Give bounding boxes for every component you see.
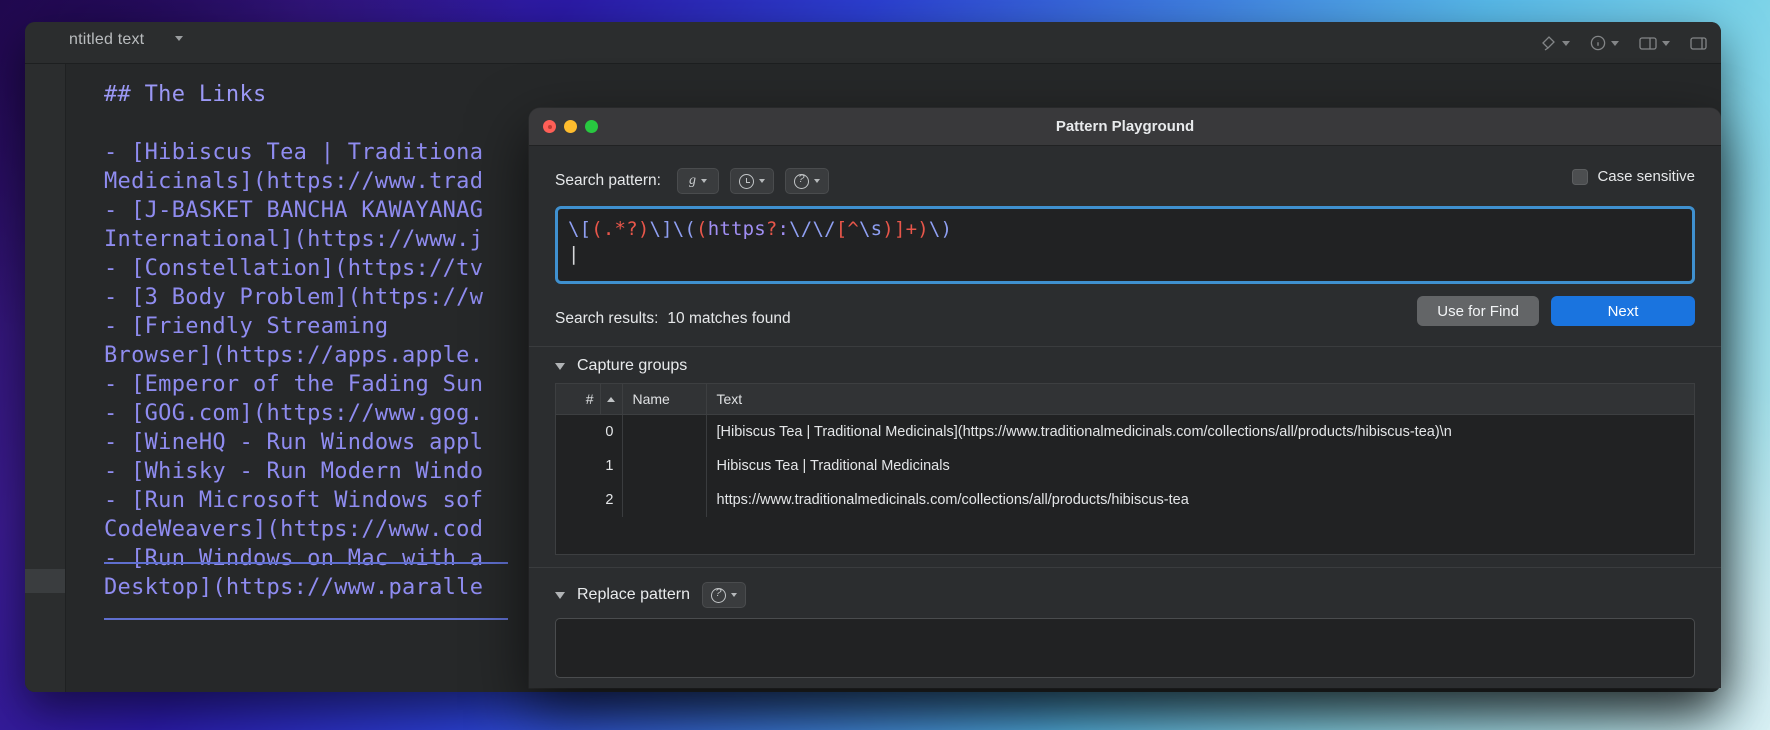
column-header-text[interactable]: Text <box>706 384 1604 415</box>
results-actions: Use for Find Next <box>1417 296 1695 326</box>
editor-gutter <box>25 64 66 692</box>
question-mark-icon <box>794 174 809 189</box>
case-sensitive-checkbox[interactable] <box>1572 169 1588 185</box>
sort-ascending-icon[interactable] <box>600 384 622 415</box>
column-header-name[interactable]: Name <box>622 384 706 415</box>
replace-pattern-input[interactable] <box>555 618 1695 678</box>
search-pattern-value: \[(.*?)\]\((https?:\/\/[^\s)]+)\) <box>568 216 1682 242</box>
document-title[interactable]: ntitled text <box>69 31 144 49</box>
pattern-playground-window: Pattern Playground Search pattern: g Cas… <box>529 108 1721 688</box>
search-results-label: Search results: <box>555 310 658 328</box>
replace-pattern-title: Replace pattern <box>577 586 690 604</box>
table-row[interactable]: 1 Hibiscus Tea | Traditional Medicinals <box>556 449 1694 483</box>
chevron-down-icon[interactable] <box>1562 41 1570 46</box>
replace-help-button[interactable] <box>702 582 746 608</box>
case-sensitive-label: Case sensitive <box>1597 168 1695 185</box>
case-sensitive-control[interactable]: Case sensitive <box>1572 168 1695 185</box>
cell-group-number: 1 <box>556 449 622 483</box>
pin-icon[interactable] <box>1540 36 1570 51</box>
info-icon[interactable] <box>1590 35 1619 51</box>
cell-group-number: 0 <box>556 415 622 449</box>
pattern-history-button[interactable] <box>730 168 774 194</box>
use-for-find-button[interactable]: Use for Find <box>1417 296 1539 326</box>
table-row[interactable]: 0 [Hibiscus Tea | Traditional Medicinals… <box>556 415 1694 449</box>
cell-group-text: [Hibiscus Tea | Traditional Medicinals](… <box>706 415 1694 449</box>
capture-groups-table[interactable]: # Name Text 0 [Hibiscus Tea | Traditiona… <box>555 383 1695 555</box>
playground-titlebar[interactable]: Pattern Playground <box>529 108 1721 146</box>
search-results-count: 10 matches found <box>667 310 790 328</box>
cell-group-name <box>622 415 706 449</box>
cell-group-name <box>622 483 706 517</box>
chevron-down-icon[interactable] <box>759 179 765 183</box>
next-button[interactable]: Next <box>1551 296 1695 326</box>
chevron-down-icon[interactable] <box>555 363 565 370</box>
cell-group-name <box>622 449 706 483</box>
chevron-down-icon[interactable] <box>701 179 707 183</box>
chevron-down-icon[interactable] <box>814 179 820 183</box>
search-pattern-label: Search pattern: <box>555 172 661 190</box>
chevron-down-icon[interactable] <box>175 36 183 41</box>
table-header-row: # Name Text <box>556 384 1694 415</box>
regex-flags-button[interactable]: g <box>677 168 719 194</box>
code-line: ## The Links <box>104 80 1721 109</box>
search-results-row: Search results: 10 matches found Use for… <box>529 284 1721 340</box>
replace-pattern-header[interactable]: Replace pattern <box>529 567 1721 616</box>
cell-group-text: https://www.traditionalmedicinals.com/co… <box>706 483 1694 517</box>
column-header-spacer <box>1604 384 1694 415</box>
search-help-button[interactable] <box>785 168 829 194</box>
chevron-down-icon[interactable] <box>731 593 737 597</box>
question-mark-icon <box>711 588 726 603</box>
chevron-down-icon[interactable] <box>555 592 565 599</box>
search-pattern-input[interactable]: \[(.*?)\]\((https?:\/\/[^\s)]+)\) | <box>555 206 1695 284</box>
capture-groups-title: Capture groups <box>577 357 687 375</box>
chevron-down-icon[interactable] <box>1662 41 1670 46</box>
window-title: Pattern Playground <box>529 118 1721 135</box>
text-cursor: | <box>568 242 1682 266</box>
flags-glyph: g <box>689 173 696 189</box>
gutter-selection-marker <box>25 569 65 593</box>
editor-toolbar-right <box>1540 22 1707 64</box>
editor-titlebar: ntitled text <box>25 22 1721 64</box>
sidebar-icon[interactable] <box>1690 36 1707 51</box>
clock-icon <box>739 174 754 189</box>
layout-icon[interactable] <box>1639 36 1670 51</box>
search-pattern-row: Search pattern: g Case sensitive <box>529 146 1721 194</box>
cell-group-number: 2 <box>556 483 622 517</box>
playground-body: Search pattern: g Case sensitive \[(.*?)… <box>529 146 1721 678</box>
chevron-down-icon[interactable] <box>1611 41 1619 46</box>
table-row[interactable]: 2 https://www.traditionalmedicinals.com/… <box>556 483 1694 517</box>
column-header-number[interactable]: # <box>556 384 600 415</box>
cell-group-text: Hibiscus Tea | Traditional Medicinals <box>706 449 1694 483</box>
capture-groups-header[interactable]: Capture groups <box>529 346 1721 383</box>
